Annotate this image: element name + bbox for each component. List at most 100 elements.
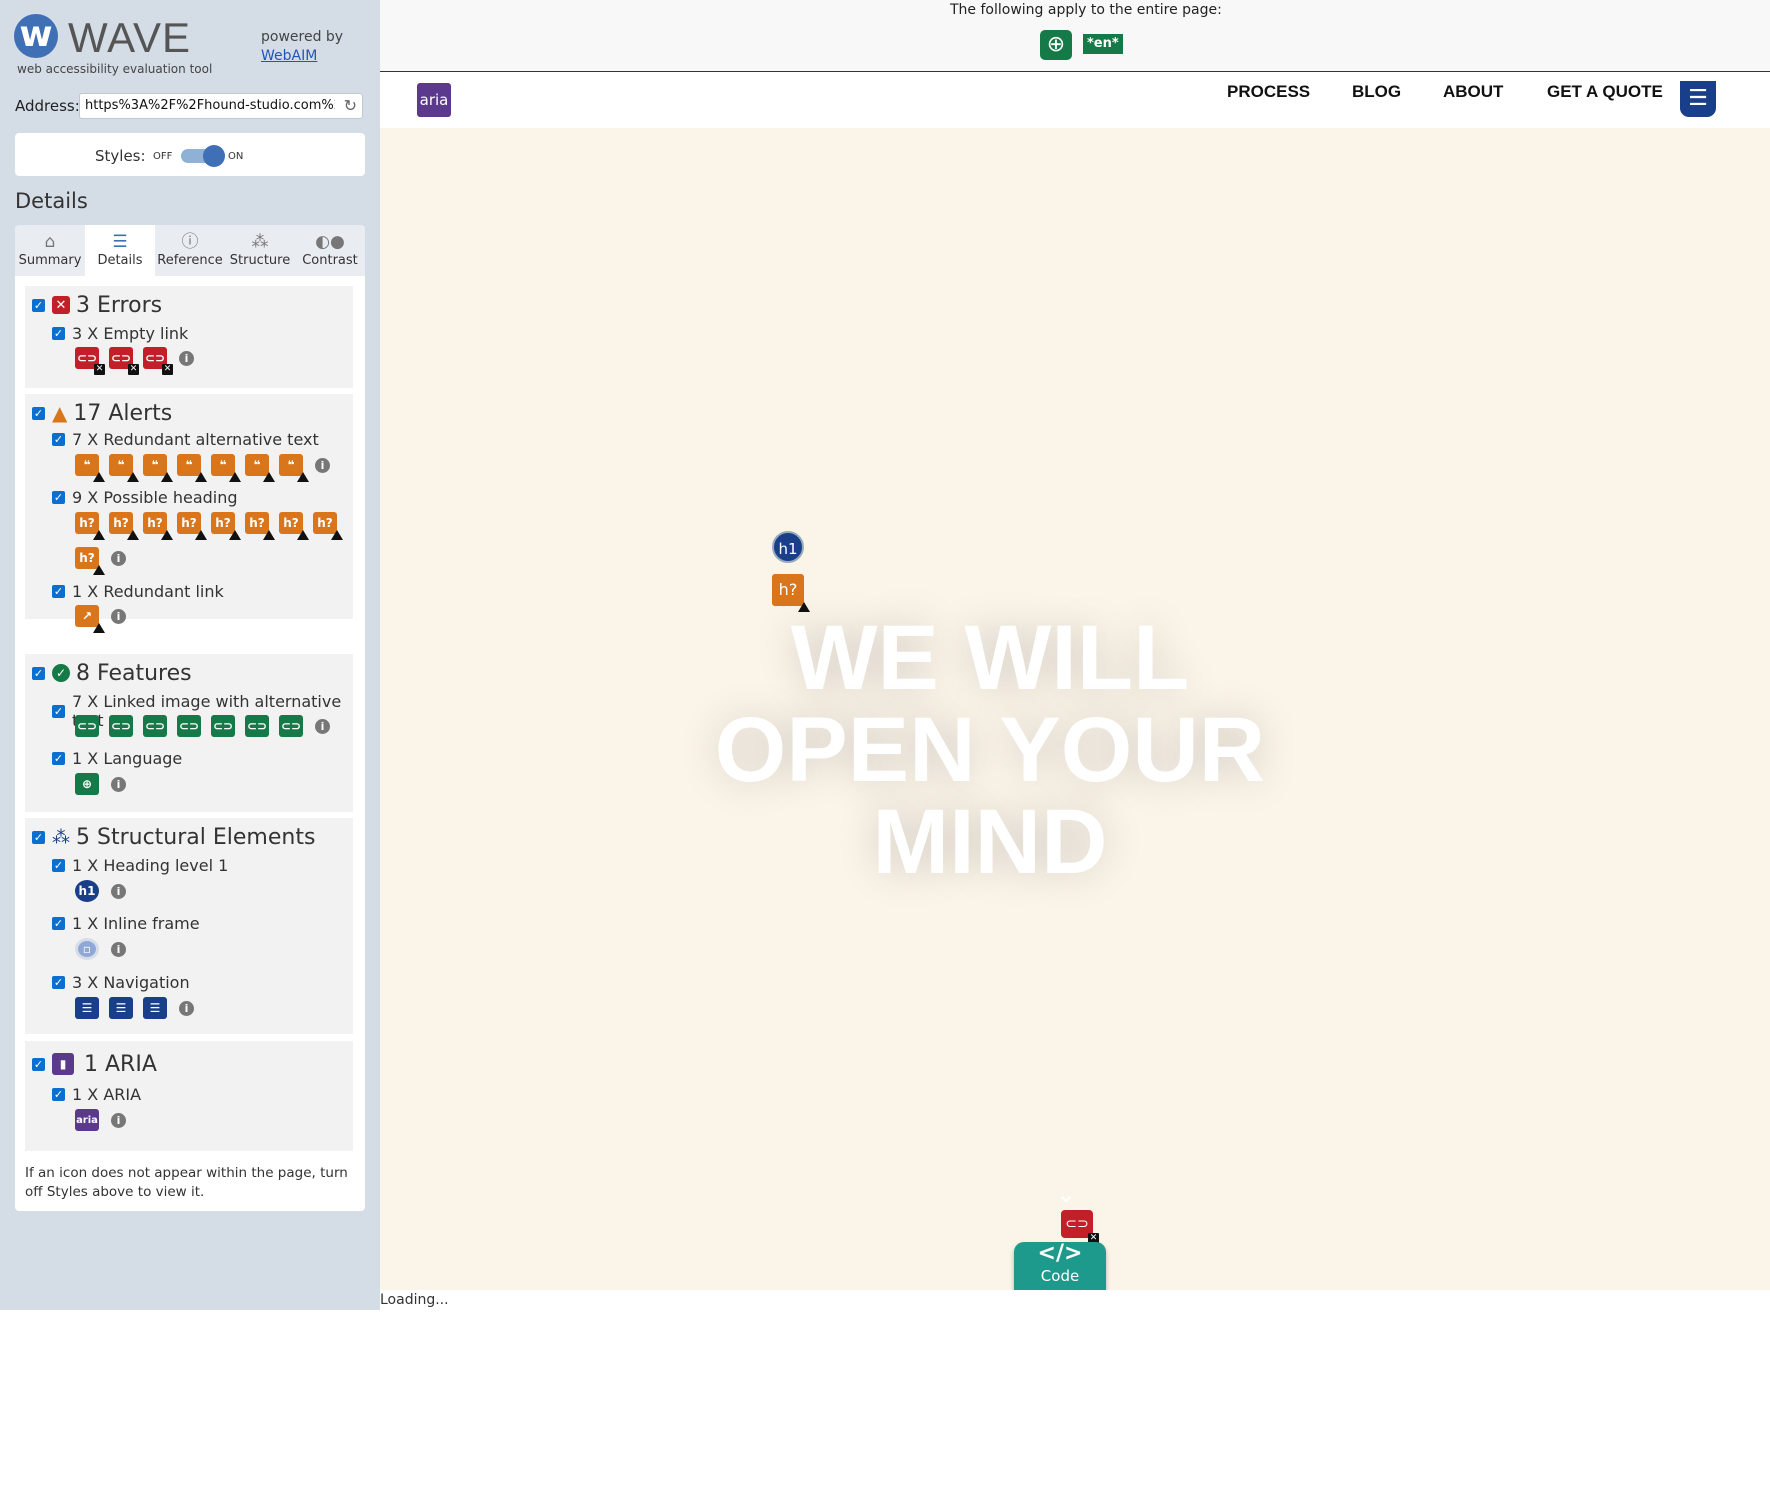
language-badge[interactable]: *en* xyxy=(1083,34,1123,54)
possible-heading-icon[interactable]: h? xyxy=(313,512,343,540)
possible-heading-icon[interactable]: h? xyxy=(279,512,309,540)
info-icon[interactable]: i xyxy=(315,718,330,734)
aria-icon[interactable]: aria xyxy=(75,1109,99,1131)
redundant-alt-icon[interactable]: ❝ xyxy=(109,454,139,482)
aria-checkbox[interactable]: ✓ xyxy=(32,1057,45,1071)
globe-icon[interactable]: ⊕ xyxy=(1040,30,1072,60)
nav-process[interactable]: PROCESS xyxy=(1227,82,1310,102)
wave-logo: w xyxy=(14,14,58,58)
empty-link-icon[interactable]: ⊂⊃ ✕ xyxy=(109,347,139,375)
styles-label: Styles: xyxy=(95,147,146,165)
features-group: ✓ ✓ 8 Features ✓ 7 X Linked image with a… xyxy=(25,654,353,812)
info-icon[interactable]: i xyxy=(111,941,126,957)
info-icon[interactable]: i xyxy=(111,550,126,566)
tab-structure[interactable]: ⁂ Structure xyxy=(225,225,295,276)
address-value[interactable]: https%3A%2F%2Fhound-studio.com%2F xyxy=(85,98,335,113)
navigation-icon[interactable]: ☰ xyxy=(1680,81,1716,117)
inline-frame-checkbox[interactable]: ✓ xyxy=(52,917,65,930)
alerts-checkbox[interactable]: ✓ xyxy=(32,406,45,420)
empty-link-icon[interactable]: ⊂⊃ ✕ xyxy=(75,347,105,375)
redundant-link-checkbox[interactable]: ✓ xyxy=(52,585,65,598)
nav-about[interactable]: ABOUT xyxy=(1443,82,1503,102)
linked-image-checkbox[interactable]: ✓ xyxy=(52,704,65,718)
redundant-alt-icon[interactable]: ❝ xyxy=(279,454,309,482)
info-icon[interactable]: i xyxy=(111,776,126,792)
redundant-link-icon[interactable]: ↗ xyxy=(75,605,105,633)
redundant-alt-icon[interactable]: ❝ xyxy=(143,454,173,482)
info-icon[interactable]: i xyxy=(179,1000,194,1016)
structure-checkbox[interactable]: ✓ xyxy=(32,830,45,844)
heading-level-checkbox[interactable]: ✓ xyxy=(52,859,65,872)
redundant-alt-label: 7 X Redundant alternative text xyxy=(72,430,319,449)
redundant-alt-icon[interactable]: ❝ xyxy=(177,454,207,482)
info-icon[interactable]: i xyxy=(111,608,126,624)
possible-heading-icon[interactable]: h? xyxy=(75,512,105,540)
errors-title: 3 Errors xyxy=(76,292,163,318)
page-level-text: The following apply to the entire page: xyxy=(950,2,1222,18)
page-level-bar: The following apply to the entire page: … xyxy=(380,0,1770,72)
address-input[interactable]: https%3A%2F%2Fhound-studio.com%2F ↻ xyxy=(79,93,363,119)
nav-blog[interactable]: BLOG xyxy=(1352,82,1401,102)
possible-heading-icon[interactable]: h? xyxy=(109,512,139,540)
toggle-knob[interactable] xyxy=(203,145,225,167)
tab-summary[interactable]: ⌂ Summary xyxy=(15,225,85,276)
nav-get-a-quote[interactable]: GET A QUOTE xyxy=(1547,82,1663,102)
styles-off-label: OFF xyxy=(153,151,173,162)
powered-by: powered by WebAIM xyxy=(261,29,344,64)
info-icon[interactable]: i xyxy=(179,350,194,366)
linked-image-icon[interactable]: ⊂⊃ xyxy=(211,715,235,737)
chevron-down-icon[interactable]: ⌄ xyxy=(1056,1180,1076,1208)
linked-image-icon[interactable]: ⊂⊃ xyxy=(177,715,201,737)
aria-title: 1 ARIA xyxy=(84,1051,157,1077)
possible-heading-icons: h? h? h? h? h? h? h? h? xyxy=(75,512,347,540)
linked-image-icon[interactable]: ⊂⊃ xyxy=(75,715,99,737)
h1-badge[interactable]: h1 xyxy=(772,531,804,563)
empty-link-icon[interactable]: ⊂⊃ ✕ xyxy=(143,347,173,375)
tab-contrast[interactable]: ◐● Contrast xyxy=(295,225,365,276)
status-text: Loading... xyxy=(380,1292,449,1308)
h1-icon[interactable]: h1 xyxy=(75,880,99,902)
home-icon: ⌂ xyxy=(44,232,56,252)
aria-item-checkbox[interactable]: ✓ xyxy=(52,1088,65,1101)
linked-image-icon[interactable]: ⊂⊃ xyxy=(109,715,133,737)
redundant-alt-icon[interactable]: ❝ xyxy=(211,454,241,482)
language-checkbox[interactable]: ✓ xyxy=(52,752,65,765)
empty-link-checkbox[interactable]: ✓ xyxy=(52,327,65,340)
iframe-icon[interactable]: ▫ xyxy=(75,938,99,960)
navigation-checkbox[interactable]: ✓ xyxy=(52,976,65,989)
refresh-icon[interactable]: ↻ xyxy=(344,96,357,115)
linked-image-icon[interactable]: ⊂⊃ xyxy=(279,715,303,737)
redundant-alt-icon[interactable]: ❝ xyxy=(75,454,105,482)
linked-image-icon[interactable]: ⊂⊃ xyxy=(143,715,167,737)
empty-link-icon[interactable]: ⊂⊃ ✕ xyxy=(1061,1210,1099,1244)
possible-heading-icon[interactable]: h? xyxy=(75,547,105,575)
tab-details[interactable]: ☰ Details xyxy=(85,225,155,276)
navigation-icon[interactable]: ☰ xyxy=(75,997,99,1019)
possible-heading-icon[interactable]: h? xyxy=(177,512,207,540)
aria-group: ✓ ▮ 1 ARIA ✓ 1 X ARIA aria i xyxy=(25,1041,353,1151)
linked-image-icon[interactable]: ⊂⊃ xyxy=(245,715,269,737)
possible-heading-checkbox[interactable]: ✓ xyxy=(52,491,65,504)
aria-badge[interactable]: aria xyxy=(417,83,451,117)
redundant-alt-icon[interactable]: ❝ xyxy=(245,454,275,482)
tab-reference[interactable]: ⓘ Reference xyxy=(155,225,225,276)
possible-heading-icon[interactable]: h? xyxy=(245,512,275,540)
info-icon[interactable]: i xyxy=(315,457,330,473)
wave-sidebar: w WAVE web accessibility evaluation tool… xyxy=(0,0,380,1310)
info-icon[interactable]: i xyxy=(111,1112,126,1128)
globe-icon[interactable]: ⊕ xyxy=(75,773,99,795)
navigation-icon[interactable]: ☰ xyxy=(109,997,133,1019)
features-checkbox[interactable]: ✓ xyxy=(32,666,45,680)
info-icon[interactable]: i xyxy=(111,883,126,899)
webaim-link[interactable]: WebAIM xyxy=(261,48,317,64)
styles-toggle[interactable] xyxy=(181,145,225,167)
navigation-label: 3 X Navigation xyxy=(72,973,190,992)
wave-title: WAVE xyxy=(68,14,192,61)
errors-checkbox[interactable]: ✓ xyxy=(32,298,45,312)
navigation-icon[interactable]: ☰ xyxy=(143,997,167,1019)
possible-heading-badge[interactable]: h? xyxy=(772,574,810,612)
possible-heading-icon[interactable]: h? xyxy=(143,512,173,540)
code-toggle-button[interactable]: </> Code xyxy=(1014,1242,1106,1290)
redundant-alt-checkbox[interactable]: ✓ xyxy=(52,433,65,446)
possible-heading-icon[interactable]: h? xyxy=(211,512,241,540)
